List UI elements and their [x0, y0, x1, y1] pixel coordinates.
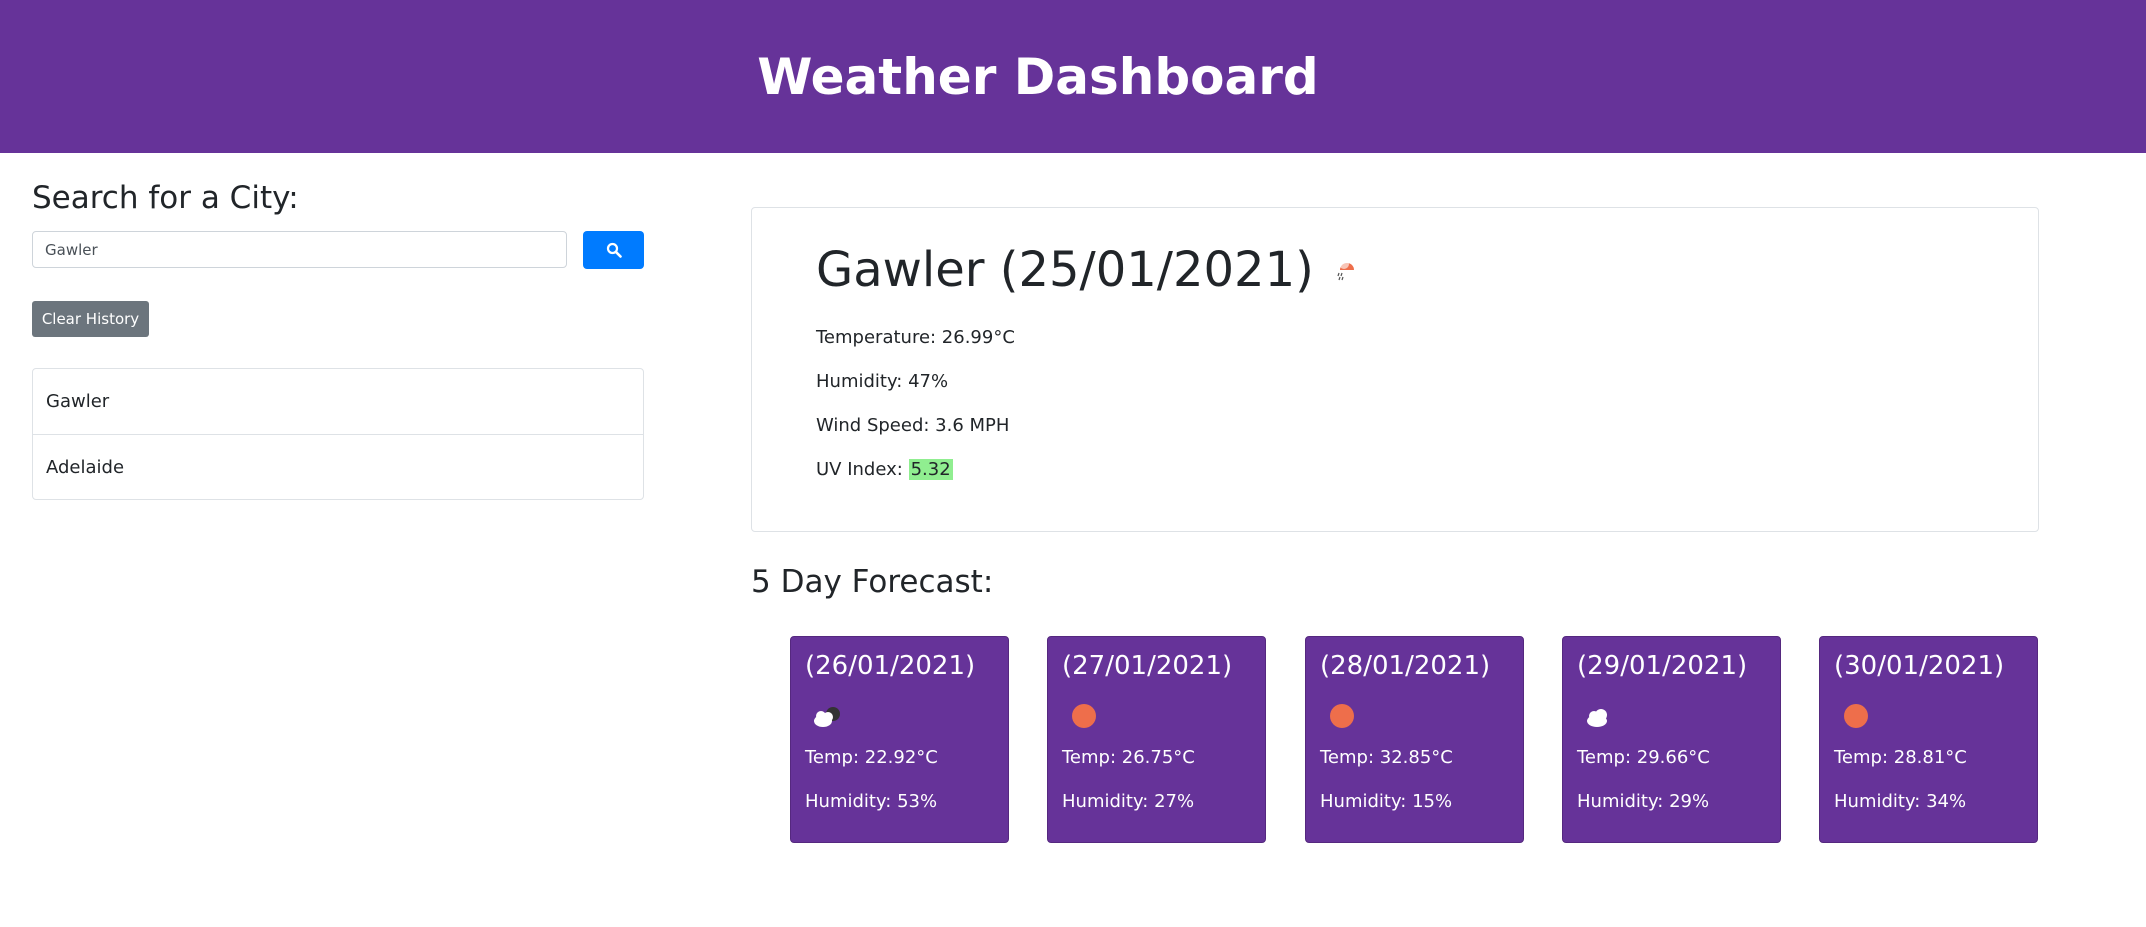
- forecast-humidity: Humidity: 27%: [1062, 791, 1195, 812]
- forecast-date: (28/01/2021): [1320, 651, 1491, 681]
- clear-history-button[interactable]: Clear History: [32, 301, 149, 337]
- forecast-date: (26/01/2021): [805, 651, 976, 681]
- forecast-temp: Temp: 29.66°C: [1577, 747, 1710, 768]
- history-item-adelaide[interactable]: Adelaide: [33, 434, 643, 499]
- forecast-card-2: (27/01/2021) Temp: 26.75°C Humidity: 27%: [1047, 636, 1266, 843]
- current-city-title: Gawler (25/01/2021): [816, 242, 1314, 298]
- uv-value-badge: 5.32: [908, 459, 953, 480]
- current-weather-card: Gawler (25/01/2021) Temperature: 26.99°C…: [751, 207, 2039, 532]
- history-item-gawler[interactable]: Gawler: [33, 369, 643, 434]
- cloud-icon: [1587, 709, 1607, 727]
- forecast-card-3: (28/01/2021) Temp: 32.85°C Humidity: 15%: [1305, 636, 1524, 843]
- forecast-date: (30/01/2021): [1834, 651, 2005, 681]
- forecast-card-4: (29/01/2021) Temp: 29.66°C Humidity: 29%: [1562, 636, 1781, 843]
- current-humidity: Humidity: 47%: [816, 371, 949, 392]
- forecast-humidity: Humidity: 53%: [805, 791, 938, 812]
- forecast-card-5: (30/01/2021) Temp: 28.81°C Humidity: 34%: [1819, 636, 2038, 843]
- search-title: Search for a City:: [32, 180, 299, 216]
- current-city-heading: Gawler (25/01/2021): [816, 242, 1356, 298]
- sun-icon: [1072, 704, 1096, 728]
- forecast-title: 5 Day Forecast:: [751, 564, 994, 600]
- forecast-temp: Temp: 26.75°C: [1062, 747, 1195, 768]
- cloud-night-icon: [814, 707, 840, 727]
- forecast-temp: Temp: 32.85°C: [1320, 747, 1453, 768]
- uv-label: UV Index:: [816, 459, 909, 480]
- page-title: Weather Dashboard: [757, 47, 1319, 106]
- rain-icon: [1337, 259, 1354, 281]
- search-icon: [606, 242, 622, 258]
- city-search-input[interactable]: [32, 231, 567, 268]
- search-button[interactable]: [583, 231, 644, 269]
- page-header: Weather Dashboard: [0, 0, 2146, 153]
- forecast-date: (27/01/2021): [1062, 651, 1233, 681]
- sun-icon: [1844, 704, 1868, 728]
- forecast-humidity: Humidity: 29%: [1577, 791, 1710, 812]
- forecast-humidity: Humidity: 34%: [1834, 791, 1967, 812]
- forecast-date: (29/01/2021): [1577, 651, 1748, 681]
- forecast-temp: Temp: 28.81°C: [1834, 747, 1967, 768]
- current-temperature: Temperature: 26.99°C: [816, 327, 1015, 348]
- current-wind-speed: Wind Speed: 3.6 MPH: [816, 415, 1010, 436]
- forecast-card-1: (26/01/2021) Temp: 22.92°C Humidity: 53%: [790, 636, 1009, 843]
- forecast-humidity: Humidity: 15%: [1320, 791, 1453, 812]
- forecast-temp: Temp: 22.92°C: [805, 747, 938, 768]
- current-uv-index: UV Index: 5.32: [816, 459, 953, 480]
- sun-icon: [1330, 704, 1354, 728]
- search-history-list: Gawler Adelaide: [32, 368, 644, 500]
